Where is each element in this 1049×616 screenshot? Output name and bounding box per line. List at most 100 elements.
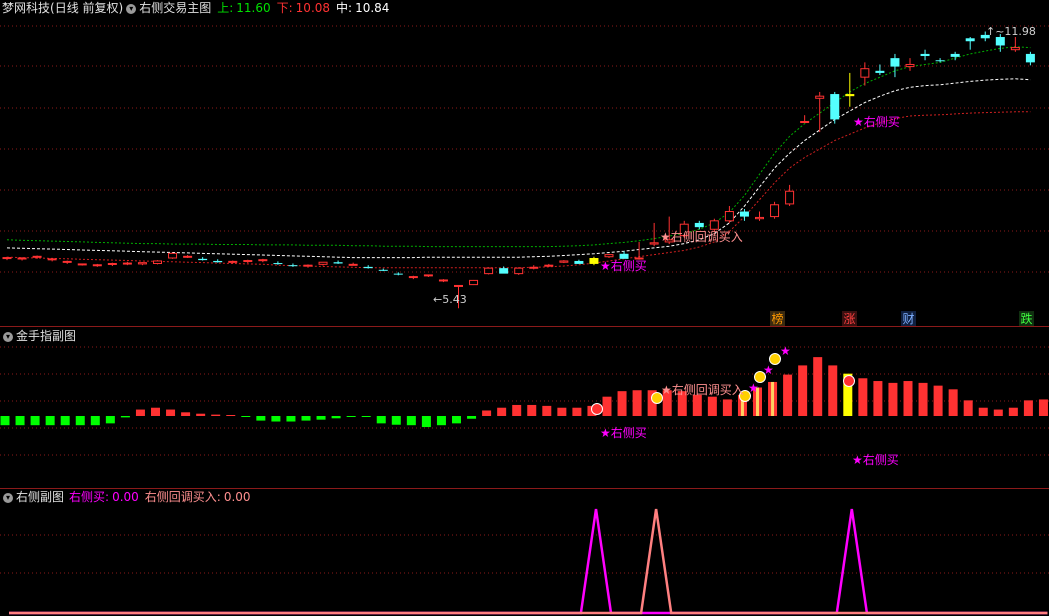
histogram-bar	[1038, 399, 1048, 416]
histogram-bar	[993, 409, 1003, 416]
histogram-bar	[30, 416, 40, 426]
histogram-bar	[406, 416, 416, 426]
pullback-value: 0.00	[223, 490, 251, 504]
histogram-bar	[0, 416, 10, 426]
histogram-bar	[572, 407, 582, 416]
candle-body	[709, 220, 719, 230]
candle-body	[875, 70, 885, 73]
histogram-bar	[963, 400, 973, 416]
right-side-chart[interactable]	[0, 489, 1049, 616]
money-bag-icon	[591, 403, 603, 415]
histogram-bar	[632, 390, 642, 416]
pullback-label: 右侧回调买入:	[144, 490, 221, 504]
histogram-bar	[105, 416, 115, 424]
signal-line-右侧买	[9, 508, 1048, 615]
candle-body	[273, 263, 283, 265]
histogram-bar	[888, 382, 898, 416]
histogram-bar	[873, 381, 883, 416]
candle-body	[920, 53, 930, 57]
candle-body	[168, 252, 178, 259]
candle-body	[815, 95, 825, 99]
indicator-name: 右侧交易主图	[139, 1, 212, 15]
candle-body	[905, 63, 915, 68]
histogram-bar	[918, 382, 928, 416]
histogram-bar	[1023, 400, 1033, 416]
money-bag-icon	[843, 375, 855, 387]
candle-body	[288, 265, 298, 267]
histogram-bar	[391, 416, 401, 425]
candle-body	[950, 53, 960, 57]
histogram-bar	[90, 416, 100, 426]
signal-pullback-label: ★右侧回调买入	[660, 229, 743, 244]
histogram-bar	[903, 381, 913, 416]
histogram-bar	[241, 416, 251, 417]
main-chart[interactable]: ↑~11.98 ←5.43 ★右侧买 ★右侧买 ★右侧回调买入榜 涨 财 跌	[0, 0, 1049, 326]
histogram-bar	[482, 410, 492, 416]
histogram-bar	[421, 416, 431, 428]
candle-body	[137, 262, 147, 265]
histogram-bar	[978, 407, 988, 416]
candle-body	[32, 255, 42, 258]
candle-body	[935, 60, 945, 62]
star-icon: ★	[763, 363, 774, 377]
histogram-bar	[211, 414, 221, 416]
candle-body	[348, 263, 358, 266]
candle-body	[378, 269, 388, 271]
candle-body	[363, 266, 373, 269]
signal-buy-label: ★右侧买	[600, 425, 647, 440]
candle-body	[122, 262, 132, 265]
candle-body	[860, 68, 870, 78]
upper-label: 上:	[217, 1, 234, 15]
stock-name: 梦网科技	[2, 1, 51, 15]
candle-body	[604, 254, 614, 258]
histogram-bar	[497, 407, 507, 416]
candle-body	[694, 222, 704, 228]
news-badge-label: 榜	[772, 311, 784, 326]
histogram-bar	[181, 412, 191, 416]
gold-finger-chart[interactable]: ★ ★ ★ ★右侧买 ★右侧买 ★右侧回调买入	[0, 327, 1049, 488]
candle-body	[965, 38, 975, 42]
candle-body	[183, 255, 193, 258]
histogram-bar	[858, 378, 868, 416]
histogram-bar	[361, 416, 371, 417]
signal-buy-label: ★右侧买	[600, 258, 647, 273]
candle-body	[17, 257, 27, 260]
candle-body	[739, 211, 749, 217]
candle-body	[649, 242, 659, 245]
low-annotation: ←5.43	[433, 293, 467, 306]
histogram-bar	[45, 416, 55, 426]
main-panel-header: 梦网科技(日线 前复权) ▾ 右侧交易主图 上: 11.60 下: 10.08 中: 10.84	[0, 0, 389, 16]
histogram-bar	[722, 399, 732, 416]
histogram-bar	[286, 416, 296, 422]
candle-body	[845, 94, 855, 97]
candle-body	[213, 260, 223, 263]
candle-body	[454, 284, 463, 287]
histogram-bar	[331, 416, 341, 419]
signal-line-右侧回调买入	[9, 508, 1048, 615]
band-line-上	[6, 46, 1031, 248]
lower-value: 10.08	[295, 1, 331, 15]
chevron-down-icon[interactable]: ▾	[3, 331, 13, 342]
candle-body	[770, 204, 780, 218]
histogram-bar	[948, 389, 958, 416]
buy-value: 0.00	[112, 490, 139, 504]
chevron-down-icon[interactable]: ▾	[3, 492, 13, 503]
histogram-bar	[151, 407, 160, 416]
histogram-bar	[467, 416, 477, 419]
candle-body	[77, 263, 87, 266]
candle-body	[574, 260, 584, 264]
chevron-down-icon[interactable]: ▾	[126, 3, 137, 14]
candle-body	[333, 262, 343, 264]
histogram-bar	[828, 365, 838, 416]
mid-value: 10.84	[355, 1, 390, 15]
sub-panel-2-title: 右侧副图	[16, 490, 65, 504]
candle-body	[890, 58, 900, 67]
news-badge-label: 跌	[1021, 311, 1033, 326]
sub-panel-2: ▾ 右侧副图 右侧买: 0.00 右侧回调买入: 0.00	[0, 489, 1049, 616]
mid-label: 中:	[336, 1, 353, 15]
candle-body	[484, 267, 494, 275]
candle-body	[499, 268, 509, 274]
histogram-bar	[166, 409, 176, 416]
period-label: (日线 前复权)	[50, 1, 124, 15]
histogram-bar	[602, 396, 612, 416]
